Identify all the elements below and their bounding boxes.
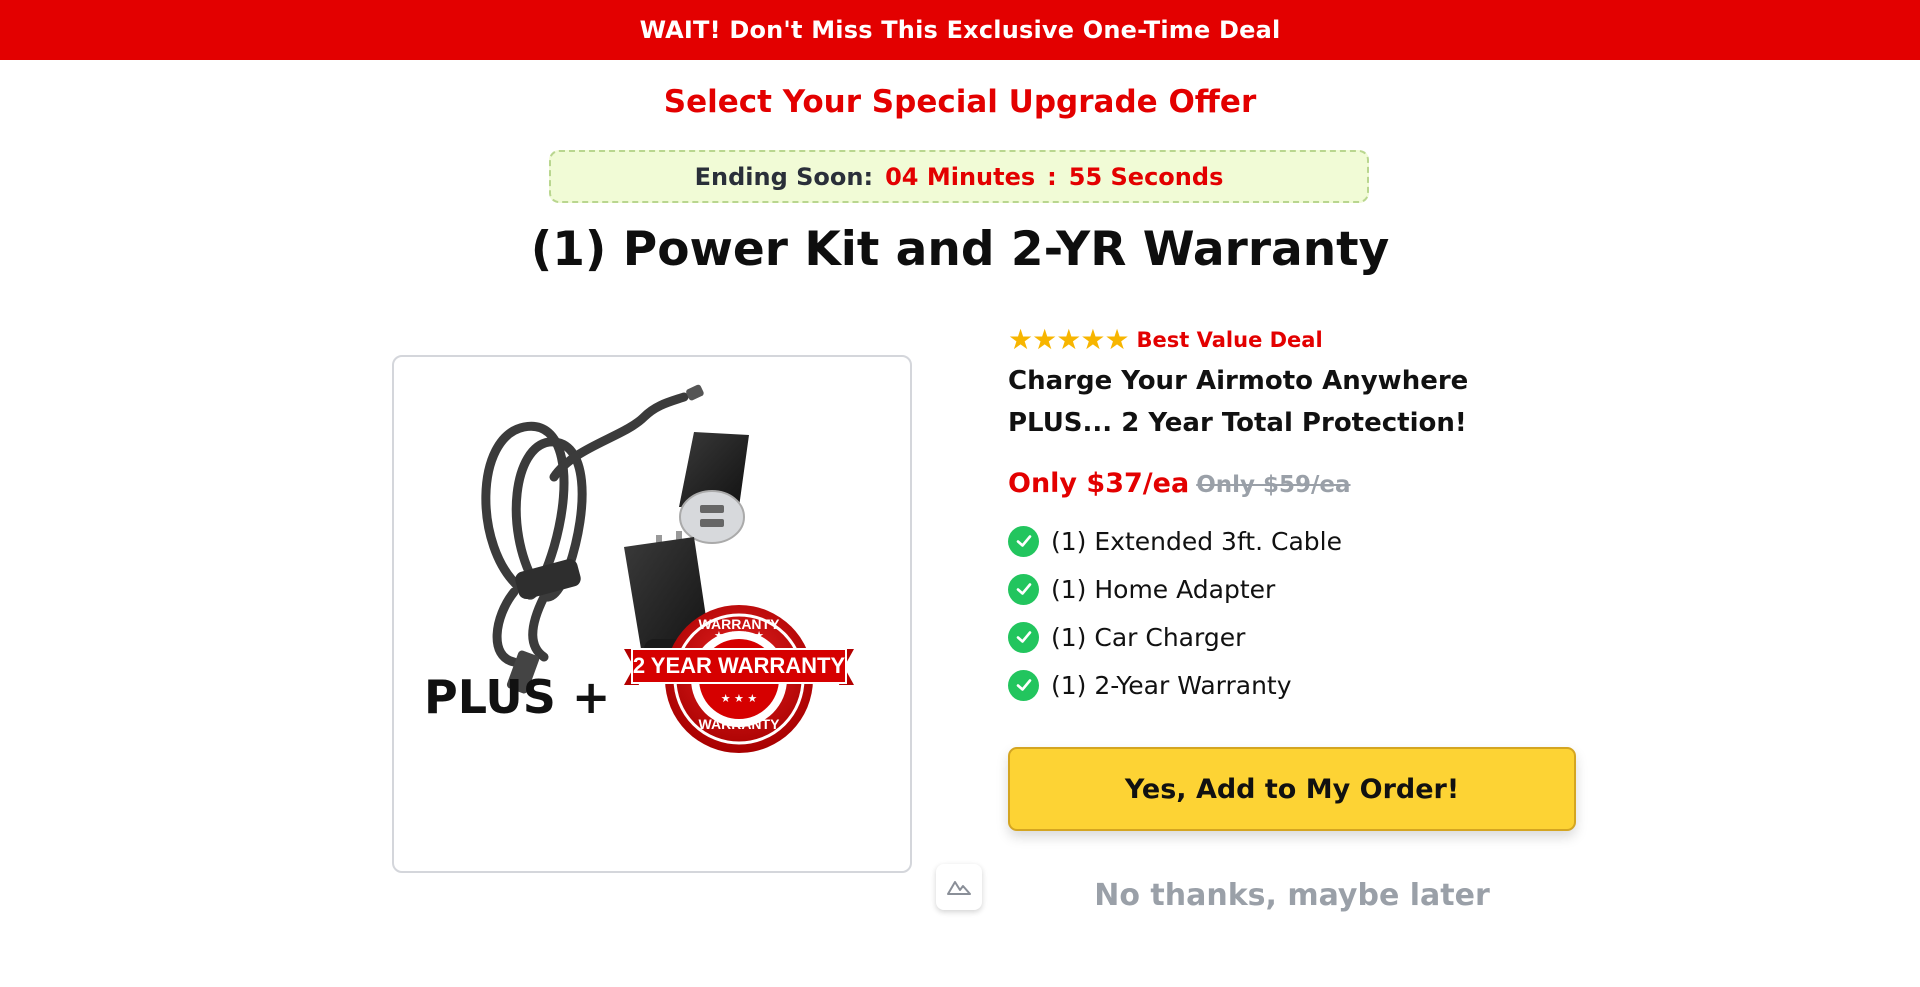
price-row: Only $37/ea Only $59/ea <box>1008 468 1578 499</box>
rating-label: Best Value Deal <box>1136 328 1323 352</box>
top-banner: WAIT! Don't Miss This Exclusive One-Time… <box>0 0 1920 60</box>
check-circle-icon <box>1008 573 1039 605</box>
product-image: PLUS + 2 YEAR WARRANTY WARRANTY ★ ★ ★ ★ … <box>392 355 912 873</box>
star-icon: ★ <box>1008 323 1034 356</box>
check-circle-icon <box>1008 621 1039 653</box>
old-price: Only $59/ea <box>1196 472 1351 498</box>
countdown-timer: Ending Soon: 04 Minutes : 55 Seconds <box>549 150 1369 203</box>
car-charger-icon <box>679 432 749 544</box>
svg-text:★ ★ ★: ★ ★ ★ <box>721 692 758 705</box>
star-icon: ★ <box>1056 323 1082 356</box>
svg-text:WARRANTY: WARRANTY <box>699 716 781 732</box>
feature-text: (1) Car Charger <box>1051 622 1246 652</box>
check-circle-icon <box>1008 525 1039 557</box>
page-title: (1) Power Kit and 2-YR Warranty <box>530 222 1390 277</box>
subheading: Select Your Special Upgrade Offer <box>663 84 1257 120</box>
feature-item: (1) Extended 3ft. Cable <box>1008 517 1578 565</box>
current-price: Only $37/ea <box>1008 468 1190 499</box>
feature-list: (1) Extended 3ft. Cable (1) Home Adapter… <box>1008 517 1578 709</box>
svg-text:2 YEAR WARRANTY: 2 YEAR WARRANTY <box>633 653 846 678</box>
timer-seconds: 55 Seconds <box>1068 162 1224 191</box>
feature-item: (1) Home Adapter <box>1008 565 1578 613</box>
feature-item: (1) Car Charger <box>1008 613 1578 661</box>
check-circle-icon <box>1008 669 1039 701</box>
offer-details: ★ ★ ★ ★ ★ Best Value Deal Charge Your Ai… <box>1008 322 1578 709</box>
offer-headline: Charge Your Airmoto Anywhere PLUS... 2 Y… <box>1008 366 1469 438</box>
add-to-order-button[interactable]: Yes, Add to My Order! <box>1008 747 1576 831</box>
feature-text: (1) Extended 3ft. Cable <box>1051 526 1342 556</box>
timer-separator: : <box>1047 162 1057 191</box>
banner-text: WAIT! Don't Miss This Exclusive One-Time… <box>639 16 1281 44</box>
timer-minutes: 04 Minutes <box>885 162 1036 191</box>
mountain-logo-icon[interactable] <box>936 864 982 910</box>
feature-text: (1) 2-Year Warranty <box>1051 670 1292 700</box>
rating-row: ★ ★ ★ ★ ★ Best Value Deal <box>1008 322 1578 358</box>
plus-text: PLUS + <box>424 670 610 724</box>
decline-link[interactable]: No thanks, maybe later <box>1008 878 1576 913</box>
svg-text:★ ★ ★ ★: ★ ★ ★ ★ <box>714 629 764 642</box>
feature-text: (1) Home Adapter <box>1051 574 1276 604</box>
power-kit-illustration: PLUS + 2 YEAR WARRANTY WARRANTY ★ ★ ★ ★ … <box>424 384 854 753</box>
star-icon: ★ <box>1104 323 1130 356</box>
star-icon: ★ <box>1032 323 1058 356</box>
timer-label: Ending Soon: <box>694 162 874 191</box>
feature-item: (1) 2-Year Warranty <box>1008 661 1578 709</box>
star-icon: ★ <box>1080 323 1106 356</box>
